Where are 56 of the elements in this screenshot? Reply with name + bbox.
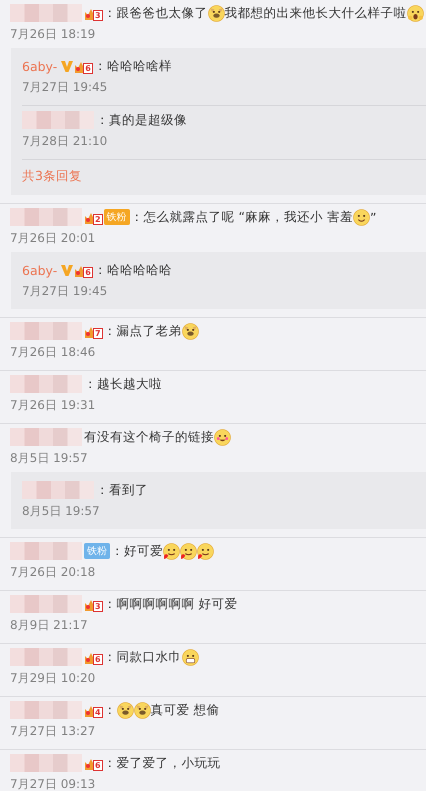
level-badge: 6 bbox=[84, 649, 103, 665]
level-badge: 6 bbox=[74, 58, 93, 74]
comment-text: ： bbox=[104, 702, 117, 718]
comment-text: ：好可爱 bbox=[111, 542, 163, 560]
fan-badge: 铁粉 bbox=[84, 543, 110, 559]
comment-text: ：爱了爱了，小玩玩 bbox=[104, 754, 221, 772]
fan-badge: 铁粉 bbox=[104, 209, 130, 225]
comment-text: ：看到了 bbox=[96, 482, 148, 498]
love-emoji-icon bbox=[197, 542, 214, 560]
comment-text: ：啊啊啊啊啊啊 好可爱 bbox=[104, 596, 238, 612]
dog-emoji-icon bbox=[134, 702, 151, 718]
comment-text: ” bbox=[370, 210, 376, 224]
comment-date: 7月27日 09:13 bbox=[10, 776, 96, 791]
comment-date: 7月26日 18:19 bbox=[10, 26, 96, 43]
love-emoji-icon bbox=[163, 542, 180, 560]
comment-text: ：同款口水巾 bbox=[104, 648, 182, 666]
comment-text: ：哈哈哈哈哈 bbox=[94, 262, 172, 278]
comment-text: 我都想的出来他长大什么样子啦 bbox=[224, 4, 407, 22]
comment-text: ：跟爸爸也太像了 bbox=[104, 4, 208, 22]
comment-text: ：真的是超级像 bbox=[96, 112, 187, 128]
level-badge: 3 bbox=[84, 596, 103, 612]
comment-date: 7月26日 18:46 bbox=[10, 344, 96, 361]
more-replies-link[interactable]: 共3条回复 bbox=[22, 160, 82, 195]
comment-date: 8月9日 21:17 bbox=[10, 617, 89, 634]
smile-emoji-icon bbox=[353, 208, 370, 226]
level-badge: 7 bbox=[84, 323, 103, 339]
level-badge: 6 bbox=[84, 755, 103, 771]
level-badge: 4 bbox=[84, 702, 103, 718]
comment-text: 有没有这个椅子的链接 bbox=[84, 428, 214, 446]
comment-date: 7月26日 20:01 bbox=[10, 230, 96, 247]
comment-text: ：漏点了老弟 bbox=[104, 322, 182, 340]
comment-text: ：哈哈哈啥样 bbox=[94, 58, 172, 74]
comment-text: ：怎么就露点了呢 “麻麻，我还小 害羞 bbox=[130, 208, 354, 226]
shocked-emoji-icon bbox=[406, 4, 424, 22]
comment-date: 7月29日 10:20 bbox=[10, 670, 96, 687]
username-link[interactable]: 6aby- bbox=[22, 262, 58, 278]
level-badge: 6 bbox=[74, 262, 93, 278]
dog-emoji-icon bbox=[116, 702, 134, 718]
reply-date: 7月28日 21:10 bbox=[22, 133, 108, 150]
comment-text: 真可爱 想偷 bbox=[150, 702, 220, 718]
love-emoji-icon bbox=[180, 542, 197, 560]
reply-date: 7月27日 19:45 bbox=[22, 283, 108, 300]
level-badge: 3 bbox=[84, 5, 103, 21]
comment-date: 7月27日 13:27 bbox=[10, 723, 96, 740]
comment-date: 7月26日 19:31 bbox=[10, 397, 96, 414]
reply-date: 8月5日 19:57 bbox=[22, 503, 101, 520]
dog-emoji-icon bbox=[182, 322, 199, 340]
level-badge: 2 bbox=[84, 209, 103, 225]
comment-text: ：越长越大啦 bbox=[84, 376, 162, 392]
comment-date: 8月5日 19:57 bbox=[10, 450, 89, 467]
comment-date: 7月26日 20:18 bbox=[10, 564, 96, 581]
username-link[interactable]: 6aby- bbox=[22, 58, 58, 74]
grin-emoji-icon bbox=[182, 648, 199, 666]
dog-emoji-icon bbox=[208, 4, 225, 22]
blush-emoji-icon bbox=[214, 428, 231, 446]
reply-date: 7月27日 19:45 bbox=[22, 79, 108, 96]
